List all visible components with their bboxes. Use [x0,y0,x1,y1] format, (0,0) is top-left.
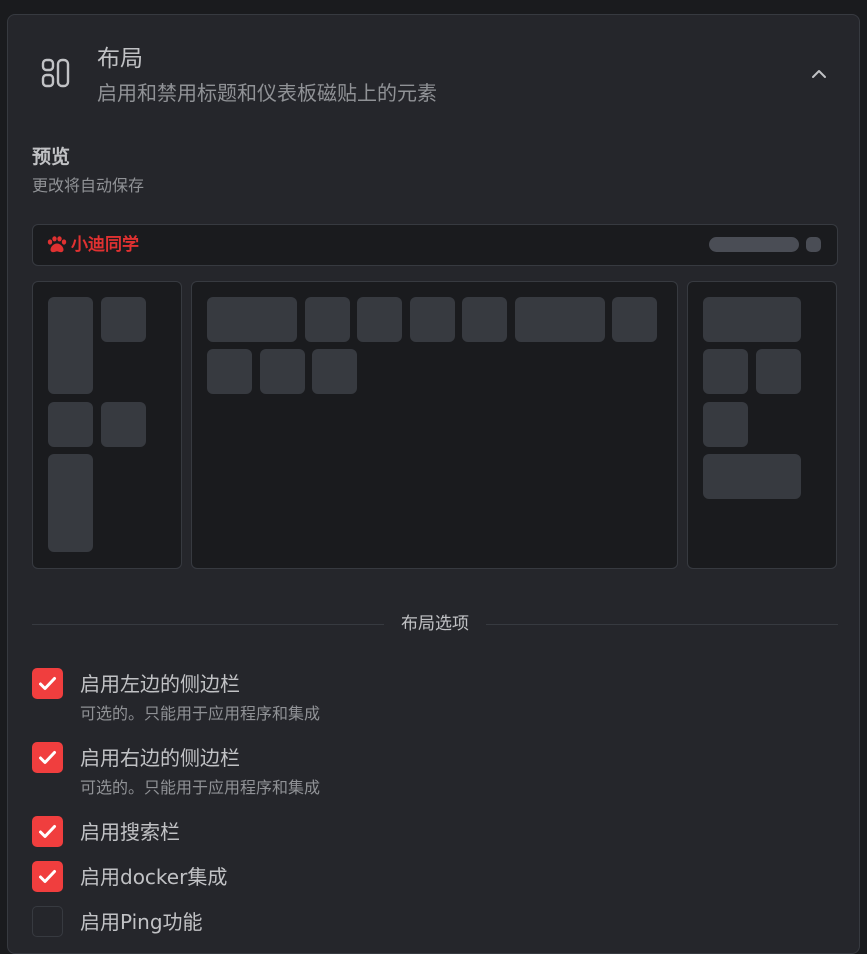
option-label[interactable]: 启用Ping功能 [80,906,203,938]
preview-tile [410,297,455,342]
preview-title: 预览 [32,146,71,168]
preview-tile [703,454,801,499]
docker-checkbox[interactable] [32,861,63,892]
preview-tile [260,349,305,394]
layout-icon [41,58,70,88]
preview-tile [207,297,297,342]
right-sidebar-checkbox[interactable] [32,742,63,773]
preview-tile [703,349,748,394]
option-label[interactable]: 启用docker集成 [80,861,227,893]
preview-tile [703,297,801,342]
preview-right-sidebar [687,281,837,569]
preview-tile [101,402,146,447]
paw-icon [47,236,67,253]
preview-left-sidebar [32,281,182,569]
preview-tile [357,297,402,342]
preview-logo-text: 小迪同学 [71,235,139,255]
check-icon [39,870,56,883]
option-description: 可选的。只能用于应用程序和集成 [80,704,321,723]
divider-line-left [32,624,384,625]
chevron-up-icon[interactable] [808,63,830,85]
preview-tile [48,454,93,552]
preview-tile [101,297,146,342]
check-icon [39,825,56,838]
preview-subtitle: 更改将自动保存 [32,176,145,195]
preview-search-placeholder [709,237,799,252]
layout-settings-panel: 布局 启用和禁用标题和仪表板磁贴上的元素 预览 更改将自动保存 小迪同学 布局选… [7,14,860,954]
preview-main-area [191,281,678,569]
search-bar-checkbox[interactable] [32,816,63,847]
option-label[interactable]: 启用右边的侧边栏 [80,742,240,774]
preview-tile [312,349,357,394]
preview-tile [515,297,605,342]
left-sidebar-checkbox[interactable] [32,668,63,699]
check-icon [39,677,56,690]
preview-tile [48,402,93,447]
option-description: 可选的。只能用于应用程序和集成 [80,778,321,797]
preview-tile [305,297,350,342]
preview-tile [756,349,801,394]
ping-checkbox[interactable] [32,906,63,937]
preview-tile [612,297,657,342]
preview-header-bar: 小迪同学 [32,224,838,266]
preview-tile [462,297,507,342]
option-label[interactable]: 启用左边的侧边栏 [80,668,240,700]
preview-tile [703,402,748,447]
section-subtitle: 启用和禁用标题和仪表板磁贴上的元素 [97,81,437,105]
preview-tile [48,297,93,394]
preview-tile [207,349,252,394]
preview-avatar-placeholder [806,237,821,252]
option-label[interactable]: 启用搜索栏 [80,816,180,848]
divider-line-right [486,624,838,625]
check-icon [39,751,56,764]
section-title: 布局 [97,46,143,72]
